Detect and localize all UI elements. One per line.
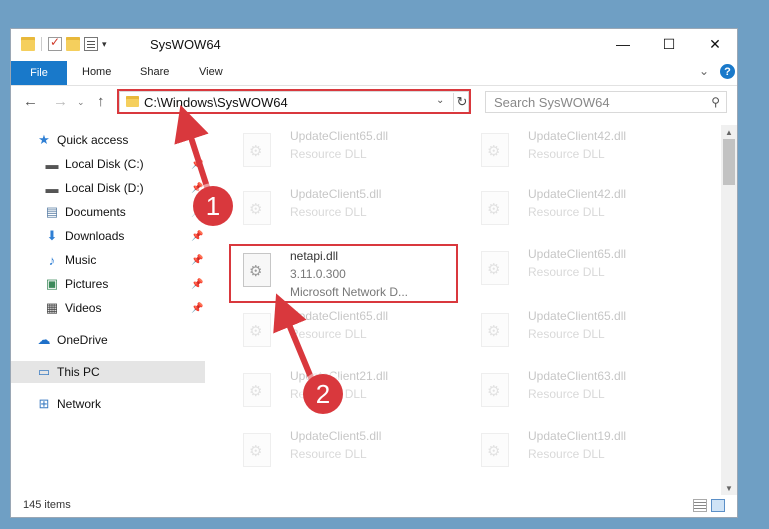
annotation-arrows <box>174 104 315 383</box>
arrow-to-address-bar <box>174 104 211 193</box>
step-1-badge: 1 <box>193 186 233 226</box>
arrow-to-file <box>273 293 315 383</box>
step-2-badge: 2 <box>303 374 343 414</box>
